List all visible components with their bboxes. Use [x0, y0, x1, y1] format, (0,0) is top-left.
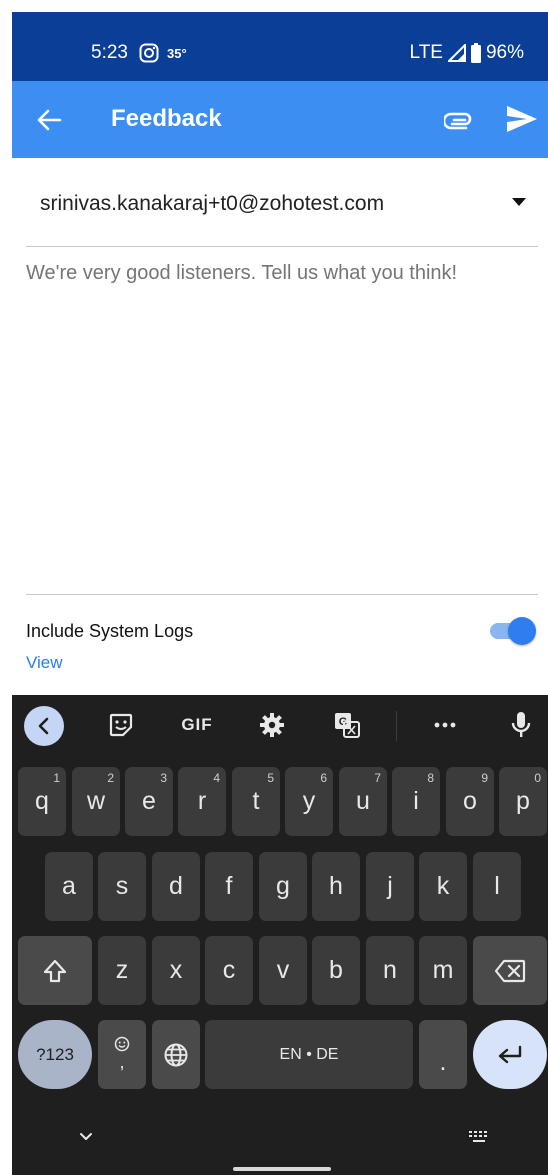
include-system-logs-toggle[interactable]: [490, 617, 536, 645]
signal-icon: [447, 44, 466, 62]
key[interactable]: a: [45, 852, 93, 921]
translate-button[interactable]: G: [332, 709, 362, 741]
include-system-logs-label: Include System Logs: [26, 621, 194, 641]
paperclip-icon[interactable]: [444, 108, 474, 132]
status-network: LTE: [409, 42, 443, 63]
key[interactable]: r4: [178, 767, 226, 836]
soft-keyboard: GIF G q 1 w 2 e 3 r 4 t 5 y 6 u 7 i 8 o …: [12, 695, 548, 1175]
voice-input-button[interactable]: [506, 709, 536, 741]
from-email-dropdown[interactable]: srinivas.kanakaraj+t0@zohotest.com: [26, 158, 538, 247]
key[interactable]: h: [312, 852, 360, 921]
keyboard-switch-icon[interactable]: [467, 1129, 491, 1145]
keyboard-collapse-button[interactable]: [24, 706, 64, 746]
app-bar: Feedback: [12, 81, 548, 158]
key[interactable]: t5: [232, 767, 280, 836]
emoji-icon: [114, 1036, 130, 1052]
key[interactable]: w2: [72, 767, 120, 836]
key[interactable]: f: [205, 852, 253, 921]
chevron-left-icon: [38, 717, 49, 735]
sticker-button[interactable]: [106, 709, 136, 741]
status-bar: 5:23 35° LTE 96%: [12, 12, 548, 81]
dropdown-caret-icon: [512, 198, 526, 206]
status-time: 5:23: [91, 42, 128, 63]
microphone-icon: [511, 712, 531, 737]
key[interactable]: z: [98, 936, 146, 1005]
period-key[interactable]: .: [419, 1020, 467, 1089]
comma-label: ,: [119, 1052, 125, 1072]
enter-icon: [498, 1045, 522, 1063]
emoji-comma-key[interactable]: ,: [98, 1020, 146, 1089]
key[interactable]: o9: [446, 767, 494, 836]
key[interactable]: j: [366, 852, 414, 921]
key[interactable]: k: [419, 852, 467, 921]
space-key[interactable]: EN • DE: [205, 1020, 413, 1089]
phone-screen: 5:23 35° LTE 96% Feedback srinivas.kanak…: [12, 12, 548, 1175]
status-temperature: 35°: [167, 46, 187, 61]
enter-key[interactable]: [473, 1020, 547, 1089]
key[interactable]: d: [152, 852, 200, 921]
gif-button[interactable]: GIF: [177, 709, 217, 741]
key[interactable]: g: [259, 852, 307, 921]
toolbar-separator: [396, 711, 397, 741]
backspace-key[interactable]: [473, 936, 547, 1005]
key[interactable]: i8: [392, 767, 440, 836]
page-title: Feedback: [111, 105, 222, 132]
key[interactable]: c: [205, 936, 253, 1005]
key[interactable]: m: [419, 936, 467, 1005]
backspace-icon: [494, 959, 526, 982]
keyboard-nav-row: [12, 1115, 548, 1175]
back-arrow-icon[interactable]: [36, 107, 62, 133]
sticker-icon: [109, 713, 133, 737]
key[interactable]: l: [473, 852, 521, 921]
keyboard-settings-button[interactable]: [257, 709, 287, 741]
translate-icon: G: [335, 713, 360, 738]
toggle-thumb: [508, 617, 536, 645]
home-gesture-handle[interactable]: [233, 1167, 331, 1171]
send-icon[interactable]: [505, 103, 539, 135]
key[interactable]: s: [98, 852, 146, 921]
key[interactable]: x: [152, 936, 200, 1005]
gear-icon: [260, 713, 284, 737]
divider: [26, 594, 538, 595]
instagram-icon: [139, 43, 159, 63]
battery-icon: [470, 43, 481, 63]
shift-key[interactable]: [18, 936, 92, 1005]
symbols-key[interactable]: ?123: [18, 1020, 92, 1089]
view-logs-link[interactable]: View: [26, 653, 63, 673]
key[interactable]: n: [366, 936, 414, 1005]
key[interactable]: q1: [18, 767, 66, 836]
key[interactable]: e3: [125, 767, 173, 836]
from-email-value: srinivas.kanakaraj+t0@zohotest.com: [40, 192, 385, 215]
key[interactable]: y6: [285, 767, 333, 836]
more-options-button[interactable]: [430, 709, 460, 741]
key[interactable]: v: [259, 936, 307, 1005]
language-switch-key[interactable]: [152, 1020, 200, 1089]
more-horizontal-icon: [434, 722, 456, 728]
feedback-message-input[interactable]: [26, 262, 526, 285]
keyboard-toolbar: GIF G: [12, 695, 548, 757]
status-right-group: LTE 96%: [410, 42, 524, 64]
status-battery: 96%: [485, 42, 524, 63]
key[interactable]: b: [312, 936, 360, 1005]
key[interactable]: p0: [499, 767, 547, 836]
hide-keyboard-icon[interactable]: [78, 1129, 94, 1145]
key[interactable]: u7: [339, 767, 387, 836]
globe-icon: [164, 1043, 188, 1066]
shift-icon: [43, 959, 67, 982]
